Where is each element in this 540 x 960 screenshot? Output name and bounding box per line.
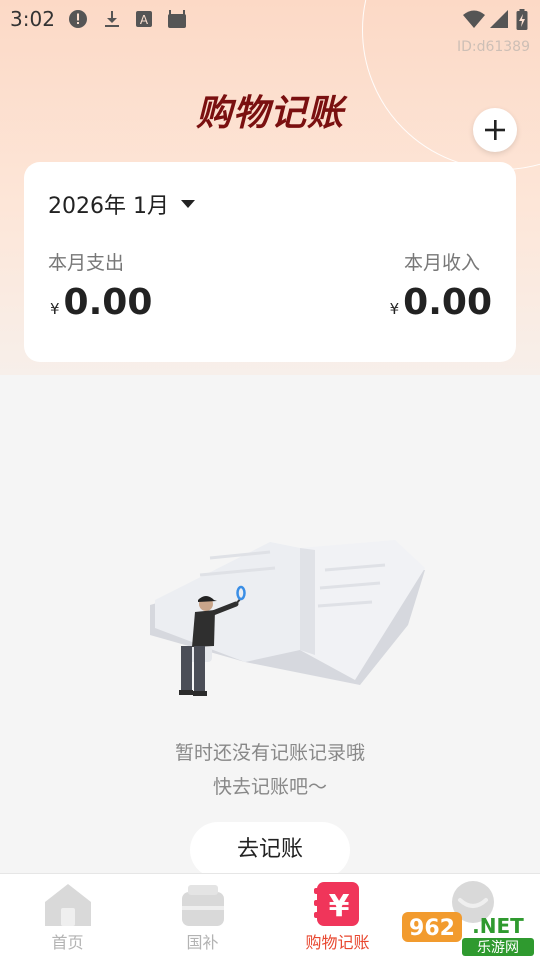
empty-state-line-2: 快去记账吧～ (212, 776, 327, 798)
device-id-label: ID:d61389 (456, 39, 530, 55)
signal-icon (490, 10, 508, 28)
svg-text:A: A (140, 13, 149, 27)
android-icon (168, 10, 186, 28)
svg-text:乐游网: 乐游网 (477, 940, 519, 956)
add-record-button[interactable] (473, 108, 517, 152)
income-currency: ¥ (389, 300, 400, 318)
svg-text:.NET: .NET (472, 914, 524, 938)
svg-text:¥: ¥ (329, 889, 350, 924)
expense-value: 0.00 (63, 282, 153, 323)
open-book-with-person-illustration (150, 540, 425, 696)
go-record-button[interactable]: 去记账 (190, 822, 350, 878)
a-box-icon: A (136, 11, 152, 27)
wifi-icon (463, 10, 485, 28)
status-bar: 3:02 A (0, 0, 540, 38)
month-label: 2026年 1月 (48, 194, 169, 219)
nav-item-subsidy[interactable]: 国补 (135, 874, 270, 960)
income-amount: ¥ 0.00 (390, 282, 492, 323)
nav-item-home[interactable]: 首页 (0, 874, 135, 960)
month-selector[interactable]: 2026年 1月 (48, 188, 195, 220)
alert-icon (69, 10, 87, 28)
empty-state-line-1: 暂时还没有记账记录哦 (174, 742, 365, 764)
plus-icon (485, 120, 505, 140)
svg-text:962: 962 (409, 916, 455, 941)
expense-amount: ¥ 0.00 (50, 282, 152, 323)
battery-icon (516, 9, 528, 30)
income-value: 0.00 (403, 282, 492, 323)
nav-label-home: 首页 (51, 933, 84, 952)
home-icon (45, 884, 91, 926)
expense-label: 本月支出 (48, 252, 125, 274)
caret-down-icon (180, 200, 195, 208)
expense-currency: ¥ (50, 300, 60, 318)
income-label: 本月收入 (403, 252, 480, 274)
download-icon (105, 11, 119, 27)
nav-label-subsidy: 国补 (186, 933, 219, 952)
yuan-ledger-icon: ¥ (314, 882, 359, 926)
wallet-icon (182, 885, 224, 926)
monthly-summary-card: 2026年 1月 本月支出 本月收入 ¥ 0.00 ¥ 0.00 (24, 162, 516, 362)
nav-item-shopping-ledger[interactable]: ¥ 购物记账 (270, 874, 405, 960)
page-title: 购物记账 (195, 92, 344, 134)
962-net-watermark-logo: 962 .NET 乐游网 (402, 912, 534, 956)
nav-label-shopping-ledger: 购物记账 (305, 933, 370, 952)
status-time: 3:02 (10, 7, 55, 31)
